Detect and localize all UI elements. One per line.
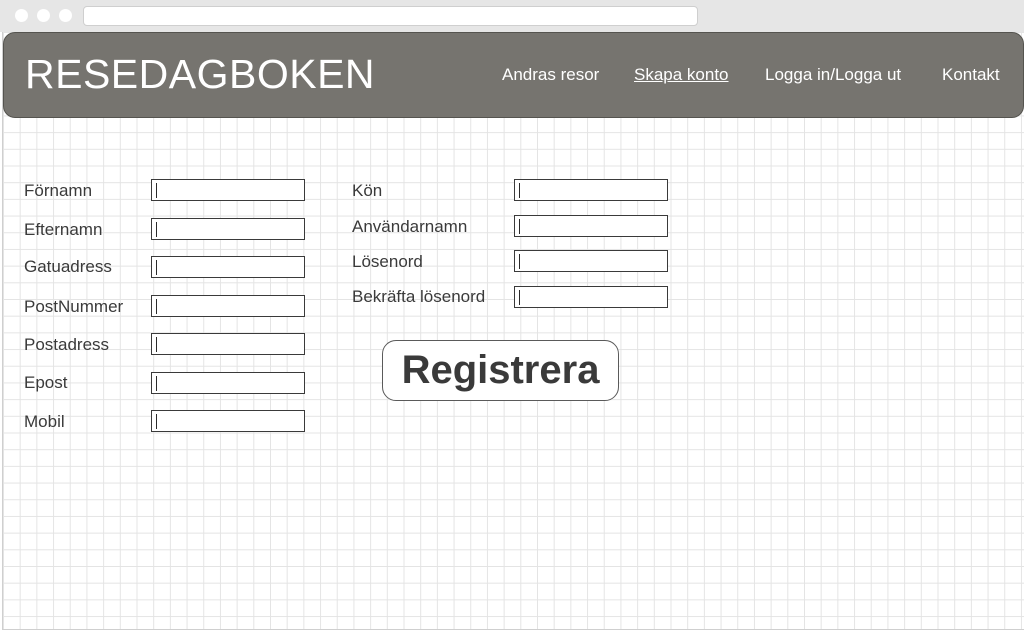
- fornamn-field[interactable]: [151, 179, 305, 201]
- text-caret: [156, 337, 157, 352]
- browser-chrome: [0, 0, 1024, 32]
- kon-field[interactable]: [514, 179, 668, 201]
- label-epost: Epost: [24, 373, 68, 392]
- gatuadress-field[interactable]: [151, 256, 305, 278]
- label-anvandarnamn: Användarnamn: [352, 217, 468, 236]
- text-caret: [156, 299, 157, 314]
- window-maximize-dot[interactable]: [59, 9, 72, 22]
- text-caret: [519, 219, 520, 234]
- anvandarnamn-field[interactable]: [514, 215, 668, 237]
- nav-kontakt[interactable]: Kontakt: [942, 65, 1000, 85]
- label-gatuadress: Gatuadress: [24, 257, 112, 276]
- text-caret: [519, 254, 520, 269]
- register-button[interactable]: Registrera: [382, 340, 619, 401]
- postadress-field[interactable]: [151, 333, 305, 355]
- window-minimize-dot[interactable]: [37, 9, 50, 22]
- label-kon: Kön: [352, 181, 383, 200]
- mobil-field[interactable]: [151, 410, 305, 432]
- bekrafta-losenord-field[interactable]: [514, 286, 668, 308]
- text-caret: [519, 290, 520, 305]
- text-caret: [519, 183, 520, 198]
- label-efternamn: Efternamn: [24, 220, 103, 239]
- label-losenord: Lösenord: [352, 252, 423, 271]
- address-bar[interactable]: [83, 6, 698, 26]
- label-postnummer: PostNummer: [24, 297, 124, 316]
- label-postadress: Postadress: [24, 335, 110, 354]
- losenord-field[interactable]: [514, 250, 668, 272]
- epost-field[interactable]: [151, 372, 305, 394]
- efternamn-field[interactable]: [151, 218, 305, 240]
- window-close-dot[interactable]: [15, 9, 28, 22]
- nav-skapa-konto[interactable]: Skapa konto: [634, 65, 729, 85]
- site-logo: RESEDAGBOKEN: [25, 51, 376, 97]
- text-caret: [156, 260, 157, 275]
- site-header: RESEDAGBOKEN Andras resor Skapa konto Lo…: [3, 32, 1024, 118]
- nav-logga-in-ut[interactable]: Logga in/Logga ut: [765, 65, 901, 85]
- label-bekrafta-losenord: Bekräfta lösenord: [352, 287, 486, 306]
- text-caret: [156, 222, 157, 237]
- postnummer-field[interactable]: [151, 295, 305, 317]
- nav-andras-resor[interactable]: Andras resor: [502, 65, 599, 85]
- label-mobil: Mobil: [24, 412, 65, 431]
- page-canvas: RESEDAGBOKEN Andras resor Skapa konto Lo…: [2, 32, 1024, 630]
- text-caret: [156, 376, 157, 391]
- text-caret: [156, 414, 157, 429]
- text-caret: [156, 183, 157, 198]
- label-fornamn: Förnamn: [24, 181, 93, 200]
